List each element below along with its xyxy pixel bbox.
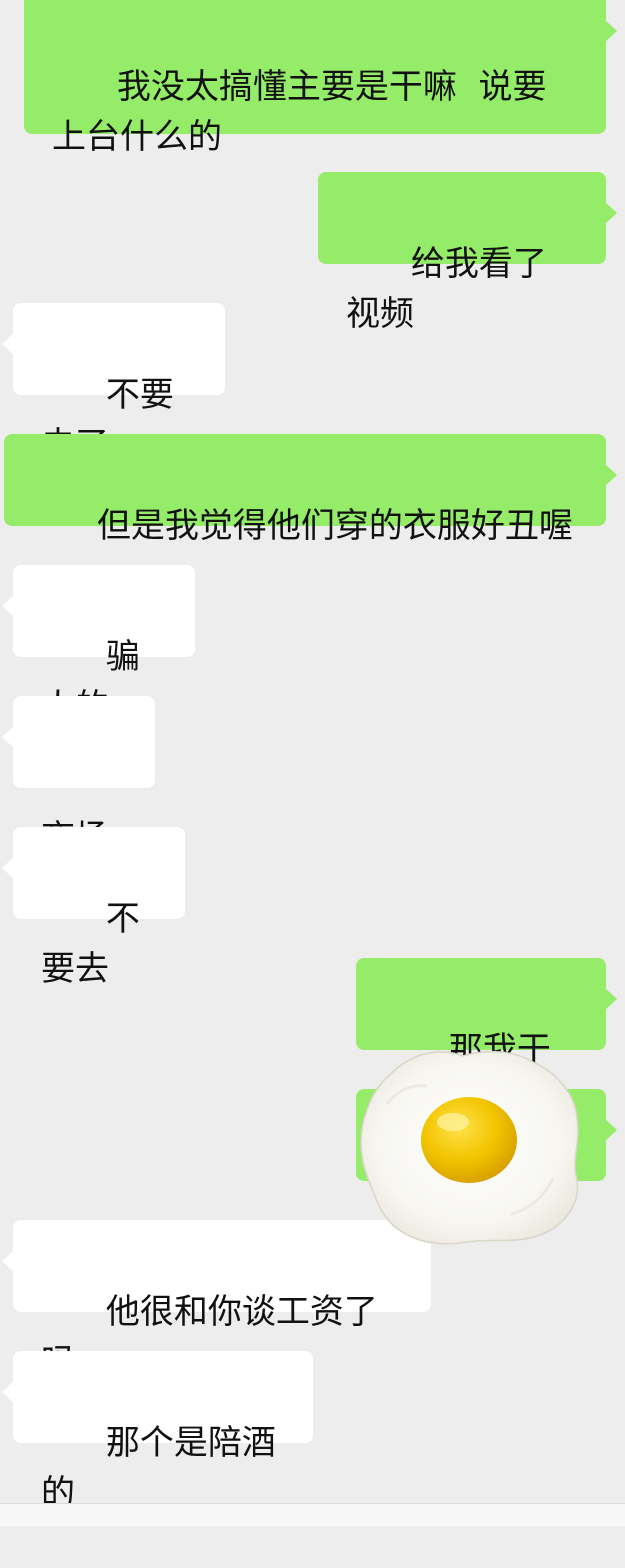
message-bubble-received[interactable]: 骗人的 bbox=[2, 565, 195, 727]
message-text: 那个是陪酒的 bbox=[41, 1423, 276, 1513]
fried-egg-icon bbox=[357, 1046, 583, 1246]
message-bubble-sent[interactable]: 那我干啥呀 bbox=[356, 958, 617, 1120]
message-text: 不要去 bbox=[41, 899, 140, 989]
message-text: 给我看了视频 bbox=[346, 244, 547, 334]
message-row-sent: 我没太搞懂主要是干嘛 说要上台什么的 bbox=[24, 0, 617, 157]
message-row-received: 不要去 bbox=[2, 827, 185, 989]
message-row-sent: 给我看了视频 bbox=[318, 172, 617, 334]
message-bubble-received[interactable]: 不要去 bbox=[2, 827, 185, 989]
message-bubble-sent[interactable]: 但是我觉得他们穿的衣服好丑喔 bbox=[4, 434, 617, 546]
message-row-received: 不要去了 bbox=[2, 303, 225, 465]
message-bubble-sent[interactable]: 给我看了视频 bbox=[318, 172, 617, 334]
message-text: 但是我觉得他们穿的衣服好丑喔 bbox=[96, 506, 573, 546]
message-row-sent: 但是我觉得他们穿的衣服好丑喔 bbox=[4, 434, 617, 546]
message-bubble-received[interactable]: 那个是陪酒的 bbox=[2, 1351, 313, 1513]
message-bubble-sent[interactable]: 我没太搞懂主要是干嘛 说要上台什么的 bbox=[24, 0, 617, 157]
message-row-received: 骗人的 bbox=[2, 565, 195, 727]
message-row-received: 那个是陪酒的 bbox=[2, 1351, 313, 1513]
input-bar bbox=[0, 1503, 625, 1526]
message-row-sent: 那我干啥呀 bbox=[356, 958, 617, 1120]
message-text: 我没太搞懂主要是干嘛 说要上台什么的 bbox=[52, 67, 547, 157]
message-bubble-received[interactable]: 夜场 bbox=[2, 696, 155, 858]
message-row-received: 夜场 bbox=[2, 696, 155, 858]
message-bubble-received[interactable]: 不要去了 bbox=[2, 303, 225, 465]
chat-message-list[interactable]: 我没太搞懂主要是干嘛 说要上台什么的 给我看了视频 不要去了 但是我觉得他们穿的… bbox=[0, 0, 625, 1526]
